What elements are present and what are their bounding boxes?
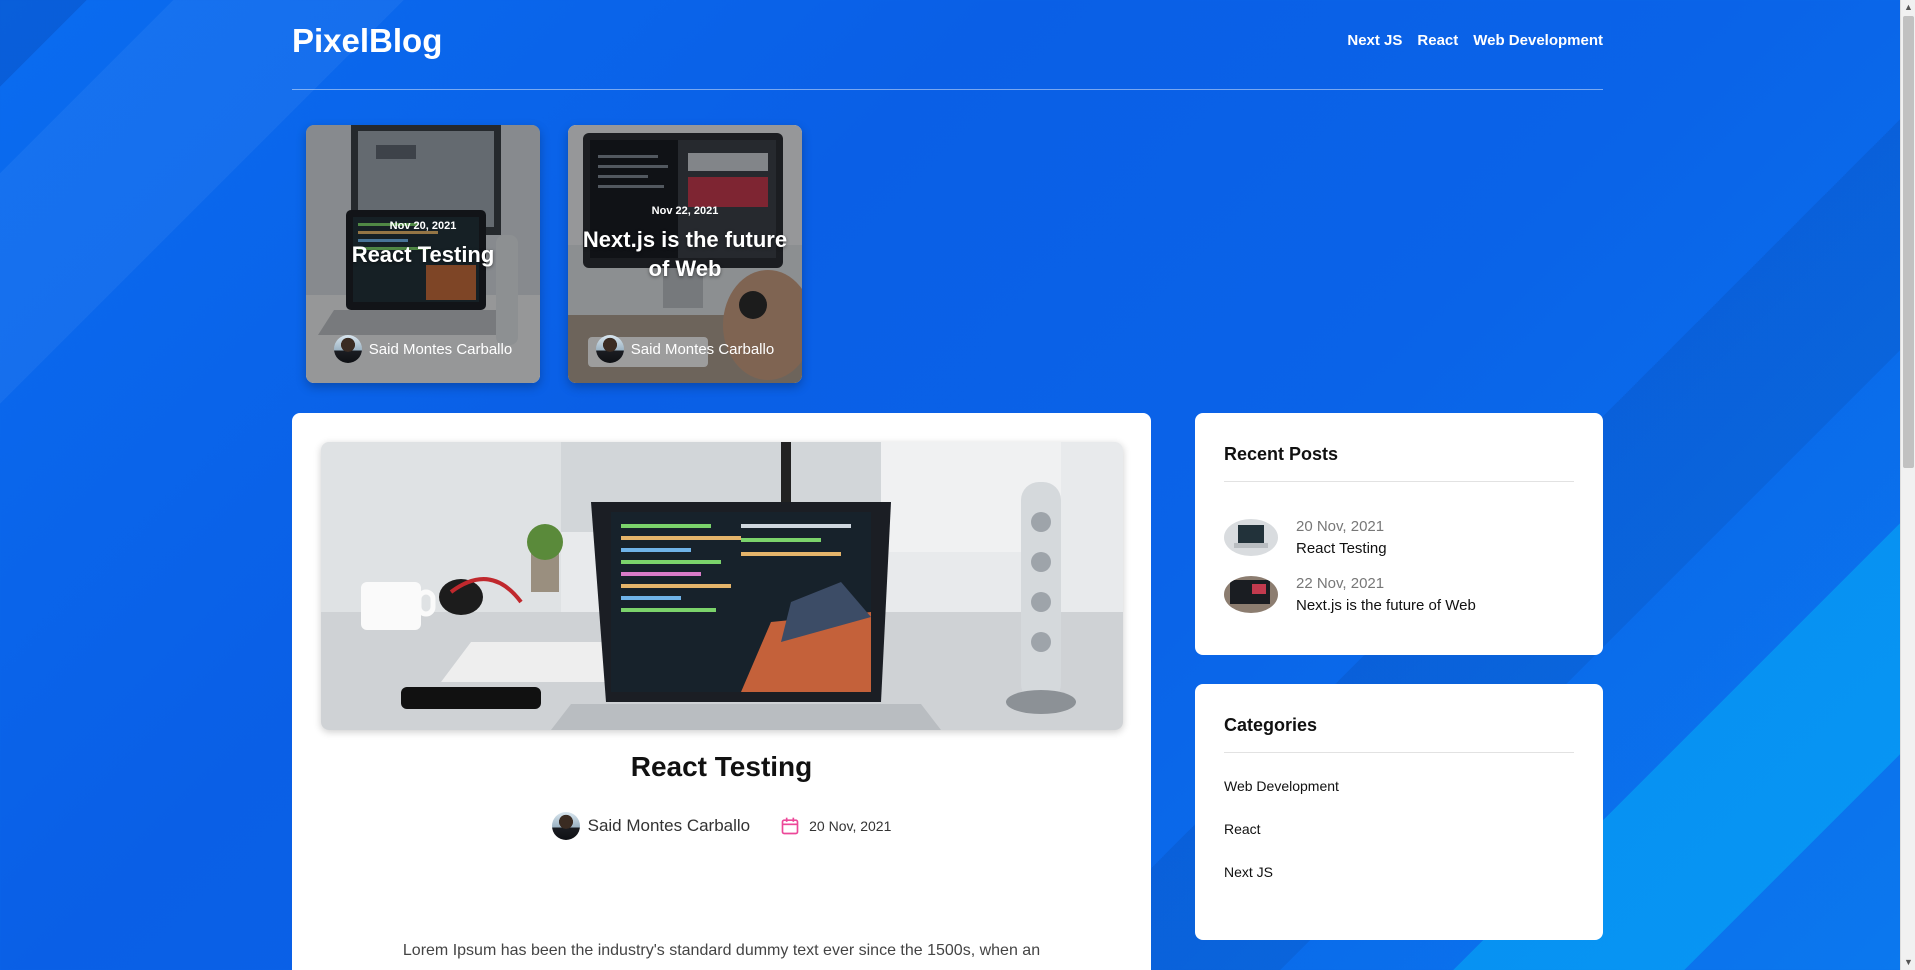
category-next-js[interactable]: Next JS [1224,860,1574,903]
recent-post-item[interactable]: 20 Nov, 2021 React Testing [1224,509,1574,566]
calendar-icon [781,817,799,835]
author-avatar [551,812,580,840]
recent-post-title[interactable]: React Testing [1296,540,1387,557]
post-author: Said Montes Carballo [551,812,751,840]
recent-posts-widget: Recent Posts 20 Nov, 2021 React Testing [1195,413,1603,655]
post-excerpt: Lorem Ipsum has been the industry's stan… [402,942,1041,959]
recent-post-info: 20 Nov, 2021 React Testing [1296,518,1387,557]
categories-widget: Categories Web Development React Next JS [1195,684,1603,940]
featured-text: Nov 22, 2021 Next.js is the future of We… [578,205,792,283]
recent-post-date: 22 Nov, 2021 [1296,575,1385,592]
hero-laptop-image [321,442,1123,730]
nav-web-development[interactable]: Web Development [1473,32,1603,49]
recent-post-info: 22 Nov, 2021 Next.js is the future of We… [1296,575,1476,614]
author-avatar [333,335,362,363]
categories-list: Web Development React Next JS [1224,753,1574,903]
site-logo[interactable]: PixelBlog [292,22,442,60]
featured-date: Nov 20, 2021 [389,220,457,232]
featured-date: Nov 22, 2021 [651,205,719,217]
recent-posts-heading: Recent Posts [1224,413,1574,482]
featured-posts: Nov 20, 2021 React Testing Said Montes C… [306,125,802,383]
featured-author-name: Said Montes Carballo [630,340,775,358]
featured-title[interactable]: Next.js is the future of Web [578,225,792,283]
vertical-scrollbar[interactable]: ▲ ▼ [1900,0,1915,970]
featured-author: Said Montes Carballo [568,335,802,363]
featured-card-react-testing[interactable]: Nov 20, 2021 React Testing Said Montes C… [306,125,540,383]
scroll-up-icon[interactable]: ▲ [1901,0,1915,15]
post-meta: Said Montes Carballo 20 Nov, 2021 [292,812,1151,840]
recent-post-date: 20 Nov, 2021 [1296,518,1385,535]
page: PixelBlog Next JS React Web Development [292,0,1603,970]
featured-card-nextjs[interactable]: Nov 22, 2021 Next.js is the future of We… [568,125,802,383]
category-react[interactable]: React [1224,817,1574,860]
recent-post-item[interactable]: 22 Nov, 2021 Next.js is the future of We… [1224,566,1574,623]
category-web-development[interactable]: Web Development [1224,774,1574,817]
post-card: React Testing Said Montes Carballo 20 No… [292,413,1151,970]
categories-heading: Categories [1224,684,1574,753]
author-avatar [595,335,624,363]
post-date: 20 Nov, 2021 [780,816,891,836]
site-header: PixelBlog Next JS React Web Development [292,0,1603,90]
featured-title[interactable]: React Testing [316,240,530,269]
recent-post-title[interactable]: Next.js is the future of Web [1296,597,1476,614]
featured-author-name: Said Montes Carballo [368,340,513,358]
recent-post-thumbnail [1224,576,1278,613]
post-title: React Testing [630,751,813,782]
recent-post-thumbnail [1224,519,1278,556]
featured-author: Said Montes Carballo [306,335,540,363]
post-hero-image [321,442,1123,730]
post-date-text: 20 Nov, 2021 [809,818,892,834]
scroll-down-icon[interactable]: ▼ [1901,955,1915,970]
featured-text: Nov 20, 2021 React Testing [316,220,530,269]
scrollbar-thumb[interactable] [1903,16,1914,468]
nav-next-js[interactable]: Next JS [1347,32,1402,49]
main-nav: Next JS React Web Development [1347,32,1603,49]
nav-react[interactable]: React [1417,32,1458,49]
post-author-name: Said Montes Carballo [587,816,751,835]
recent-posts-list: 20 Nov, 2021 React Testing 22 Nov, 2021 … [1224,482,1574,623]
